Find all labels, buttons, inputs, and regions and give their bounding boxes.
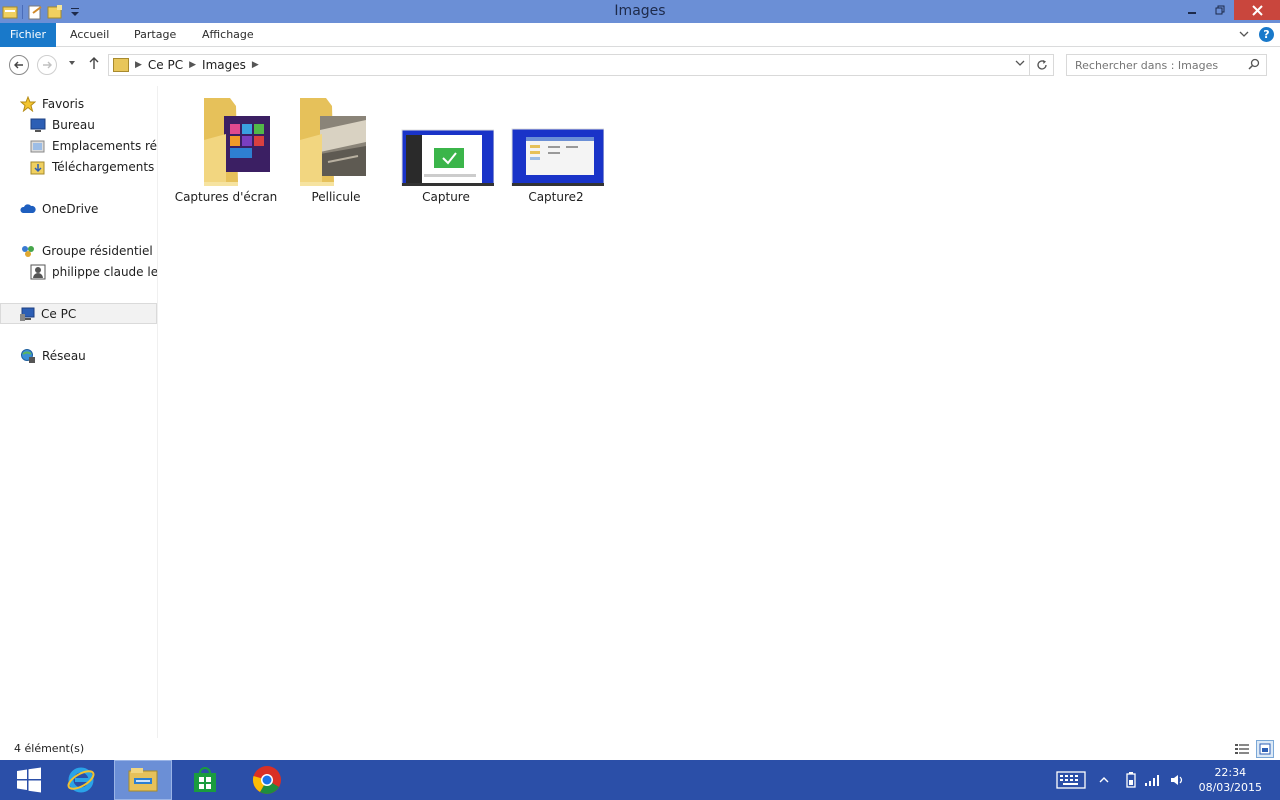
- search-input[interactable]: [1067, 55, 1237, 75]
- desktop-icon: [30, 117, 46, 133]
- file-explorer-button[interactable]: [114, 760, 172, 800]
- file-name: Captures d'écran: [174, 190, 278, 204]
- nav-item-onedrive[interactable]: OneDrive: [0, 198, 157, 219]
- system-clock[interactable]: 22:34 08/03/2015: [1199, 765, 1262, 795]
- minimize-button[interactable]: [1178, 0, 1206, 20]
- breadcrumb-arrow-icon[interactable]: ▶: [135, 60, 142, 70]
- cloud-icon: [20, 201, 36, 217]
- breadcrumb-arrow-icon[interactable]: ▶: [189, 60, 196, 70]
- ribbon-tabs: Fichier Accueil Partage Affichage ?: [0, 23, 1280, 47]
- file-name: Capture: [422, 190, 470, 204]
- clock-date: 08/03/2015: [1198, 781, 1262, 794]
- navigation-pane: Favoris Bureau Emplacements récen Téléch…: [0, 86, 158, 738]
- volume-icon[interactable]: [1170, 760, 1186, 800]
- status-bar: 4 élément(s): [0, 738, 1280, 760]
- tab-share[interactable]: Partage: [122, 23, 188, 47]
- folder-item[interactable]: Pellicule: [284, 90, 388, 204]
- internet-explorer-button[interactable]: [52, 760, 110, 800]
- clock-time: 22:34: [1214, 766, 1247, 779]
- title-bar: Images: [0, 0, 1280, 23]
- nav-item-recent-places[interactable]: Emplacements récen: [0, 135, 157, 156]
- up-arrow-icon[interactable]: [88, 56, 100, 73]
- recent-places-icon: [30, 138, 46, 154]
- show-hidden-icons-icon[interactable]: [1099, 760, 1109, 800]
- breadcrumb-arrow-icon[interactable]: ▶: [252, 60, 259, 70]
- battery-icon[interactable]: [1126, 760, 1136, 800]
- computer-icon: [19, 306, 35, 322]
- navigation-row: ▶ Ce PC ▶ Images ▶: [0, 48, 1280, 81]
- recent-locations-icon[interactable]: [67, 58, 77, 71]
- star-icon: [20, 95, 36, 112]
- nav-item-label: philippe claude legra: [52, 264, 158, 279]
- close-button[interactable]: [1234, 0, 1280, 20]
- image-thumbnail-icon: [508, 90, 605, 188]
- search-icon[interactable]: [1248, 58, 1260, 70]
- item-count: 4 élément(s): [14, 742, 85, 755]
- store-button[interactable]: [176, 760, 234, 800]
- image-item[interactable]: Capture2: [504, 90, 608, 204]
- folder-icon: [178, 90, 274, 192]
- breadcrumb-this-pc[interactable]: Ce PC: [148, 58, 183, 72]
- file-name: Capture2: [528, 190, 584, 204]
- address-dropdown-icon[interactable]: [1015, 58, 1025, 71]
- search-box[interactable]: [1066, 54, 1267, 76]
- image-item[interactable]: Capture: [394, 90, 498, 204]
- breadcrumb-images[interactable]: Images: [202, 58, 246, 72]
- touch-keyboard-icon[interactable]: [1056, 760, 1086, 800]
- back-button[interactable]: [9, 55, 29, 75]
- file-list-area: Captures d'écran Pellicule Capture Captu…: [159, 86, 1280, 738]
- folder-item[interactable]: Captures d'écran: [174, 90, 278, 204]
- internet-explorer-icon: [67, 767, 95, 793]
- nav-item-homegroup[interactable]: Groupe résidentiel: [0, 240, 157, 261]
- network-icon: [20, 348, 36, 364]
- nav-item-label: Réseau: [42, 348, 86, 363]
- nav-item-network[interactable]: Réseau: [0, 345, 157, 366]
- ribbon-right-controls: ?: [1239, 27, 1274, 42]
- expand-ribbon-icon[interactable]: [1239, 28, 1249, 42]
- nav-item-favorites[interactable]: Favoris: [0, 93, 157, 114]
- taskbar: 22:34 08/03/2015: [0, 760, 1280, 800]
- nav-item-user[interactable]: philippe claude legra: [0, 261, 157, 282]
- help-icon[interactable]: ?: [1259, 27, 1274, 42]
- nav-item-label: Ce PC: [41, 306, 77, 321]
- maximize-button[interactable]: [1206, 0, 1234, 20]
- nav-item-label: OneDrive: [42, 201, 99, 216]
- nav-item-label: Emplacements récen: [52, 138, 158, 153]
- file-name: Pellicule: [311, 190, 361, 204]
- window-title: Images: [614, 3, 666, 19]
- refresh-button[interactable]: [1030, 54, 1054, 76]
- large-icons-view-button[interactable]: [1256, 740, 1274, 758]
- homegroup-icon: [20, 243, 36, 259]
- nav-item-label: Favoris: [42, 96, 85, 111]
- nav-item-label: Téléchargements: [52, 159, 155, 174]
- image-thumbnail-icon: [398, 90, 495, 188]
- details-view-button[interactable]: [1233, 740, 1251, 758]
- file-explorer-icon: [128, 768, 158, 792]
- chrome-button[interactable]: [238, 760, 296, 800]
- user-icon: [30, 264, 46, 280]
- downloads-icon: [30, 159, 46, 175]
- chrome-icon: [252, 766, 281, 794]
- start-button[interactable]: [0, 760, 58, 800]
- nav-item-this-pc[interactable]: Ce PC: [0, 303, 157, 324]
- store-icon: [194, 767, 216, 792]
- nav-item-label: Bureau: [52, 117, 95, 132]
- address-bar[interactable]: ▶ Ce PC ▶ Images ▶: [108, 54, 1030, 76]
- location-folder-icon: [113, 58, 129, 72]
- nav-item-downloads[interactable]: Téléchargements: [0, 156, 157, 177]
- windows-logo-icon: [17, 767, 41, 793]
- signal-strength-icon[interactable]: [1144, 760, 1162, 800]
- forward-button[interactable]: [37, 55, 57, 75]
- nav-item-label: Groupe résidentiel: [42, 243, 153, 258]
- nav-item-desktop[interactable]: Bureau: [0, 114, 157, 135]
- tab-home[interactable]: Accueil: [58, 23, 121, 47]
- folder-icon: [288, 90, 384, 192]
- tab-view[interactable]: Affichage: [190, 23, 266, 47]
- tab-file[interactable]: Fichier: [0, 23, 56, 47]
